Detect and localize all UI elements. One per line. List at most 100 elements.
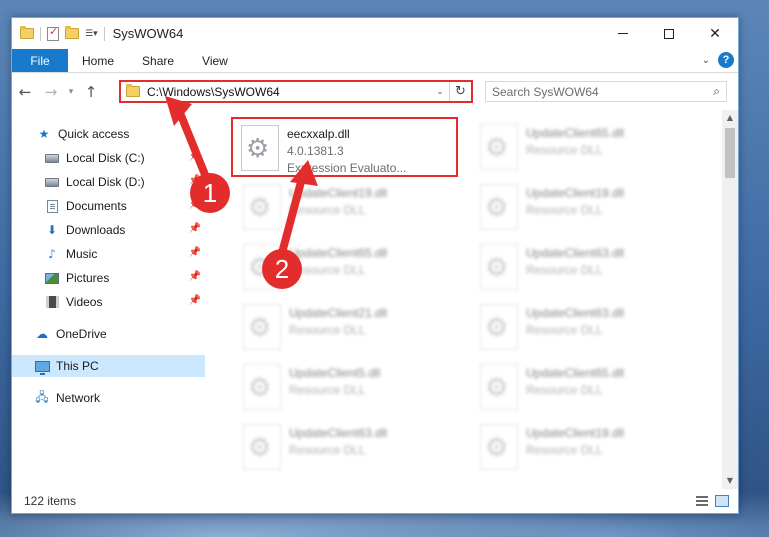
file-version: 4.0.1381.3 [287, 144, 344, 158]
tab-file[interactable]: File [12, 49, 68, 72]
details-view-button[interactable] [694, 493, 710, 509]
sidebar-item-downloads[interactable]: ⬇ Downloads 📌 [12, 219, 205, 241]
file-name: UpdateClient5.dll [289, 366, 381, 380]
file-name: UpdateClient65.dll [526, 126, 625, 140]
file-name: UpdateClient19.dll [289, 186, 388, 200]
sidebar-item-this-pc[interactable]: This PC [12, 355, 205, 377]
address-path[interactable]: C:\Windows\SysWOW64 [147, 85, 431, 99]
sidebar-item-label: Local Disk (D:) [66, 175, 145, 189]
expand-ribbon-icon[interactable]: ⌄ [702, 55, 710, 66]
forward-arrow-icon[interactable]: → [38, 83, 64, 101]
file-tile[interactable]: UpdateClient65.dll Resource DLL [470, 358, 697, 416]
file-type: Resource DLL [526, 143, 603, 157]
file-type: Resource DLL [526, 203, 603, 217]
ribbon-tabs: File Home Share View ⌄ ? [12, 49, 738, 73]
videos-icon [44, 295, 60, 309]
refresh-icon[interactable]: ↻ [449, 82, 471, 101]
close-button[interactable]: ✕ [692, 18, 738, 49]
chevron-down-icon[interactable]: ⌄ [431, 87, 449, 97]
file-tile[interactable]: UpdateClient63.dll Resource DLL [470, 238, 697, 296]
file-type: Resource DLL [289, 443, 366, 457]
view-toggle [694, 493, 730, 509]
pin-icon[interactable]: 📌 [189, 247, 201, 258]
file-tile[interactable]: UpdateClient19.dll Resource DLL [470, 178, 697, 236]
file-tile-eecxxalp[interactable]: eecxxalp.dll 4.0.1381.3 Expression Evalu… [231, 117, 458, 177]
status-bar: 122 items [12, 489, 738, 513]
file-tile[interactable]: UpdateClient63.dll Resource DLL [470, 298, 697, 356]
file-tile[interactable]: UpdateClient65.dll Resource DLL [470, 118, 697, 176]
disk-icon [44, 151, 60, 165]
properties-icon[interactable] [47, 25, 59, 41]
dll-file-icon [241, 125, 279, 171]
customize-icon[interactable]: ☰▾ [85, 29, 98, 39]
address-bar[interactable]: C:\Windows\SysWOW64 ⌄ ↻ [119, 80, 473, 103]
ribbon-right: ⌄ ? [702, 52, 734, 68]
search-input[interactable] [492, 84, 714, 99]
tiles-view-button[interactable] [714, 493, 730, 509]
sidebar-item-label: Documents [66, 199, 127, 213]
search-box[interactable]: ⌕ [485, 81, 727, 102]
dll-file-icon [480, 424, 518, 470]
toolbar-separator [103, 26, 105, 41]
maximize-icon [664, 28, 674, 39]
scroll-down-icon[interactable]: ▼ [722, 473, 738, 489]
annotation-badge-1: 1 [190, 173, 230, 213]
sidebar-item-documents[interactable]: Documents 📌 [12, 195, 205, 217]
pin-icon[interactable]: 📌 [189, 271, 201, 282]
file-name: UpdateClient19.dll [526, 426, 625, 440]
dll-file-icon [480, 124, 518, 170]
scroll-up-icon[interactable]: ▲ [722, 110, 738, 126]
file-type: Resource DLL [289, 263, 366, 277]
sidebar-item-pictures[interactable]: Pictures 📌 [12, 267, 205, 289]
quick-access-toolbar: ☰▾ [12, 25, 105, 41]
sidebar-item-label: Music [66, 247, 98, 261]
dll-file-icon [480, 364, 518, 410]
navigation-pane: ★ Quick access Local Disk (C:) 📌 Local D… [12, 114, 205, 489]
dll-file-icon [480, 184, 518, 230]
up-arrow-icon[interactable]: ↑ [78, 83, 104, 101]
folder-icon [20, 26, 34, 39]
file-tile[interactable]: UpdateClient21.dll Resource DLL [233, 298, 460, 356]
file-description: Expression Evaluato... [287, 161, 407, 175]
file-type: Resource DLL [289, 323, 366, 337]
tab-share[interactable]: Share [128, 49, 188, 72]
file-name: UpdateClient63.dll [526, 246, 625, 260]
sidebar-item-local-disk-d[interactable]: Local Disk (D:) 📌 [12, 171, 205, 193]
title-bar: ☰▾ SysWOW64 ✕ [12, 18, 738, 49]
navigation-bar: ← → ▾ ↑ C:\Windows\SysWOW64 ⌄ ↻ ⌕ [12, 74, 738, 110]
documents-icon [44, 199, 60, 213]
sidebar-item-local-disk-c[interactable]: Local Disk (C:) 📌 [12, 147, 205, 169]
back-arrow-icon[interactable]: ← [12, 83, 38, 101]
file-type: Resource DLL [526, 443, 603, 457]
vertical-scrollbar[interactable]: ▲ ▼ [722, 110, 738, 489]
pin-icon[interactable]: 📌 [189, 223, 201, 234]
sidebar-item-videos[interactable]: Videos 📌 [12, 291, 205, 313]
search-icon[interactable]: ⌕ [713, 84, 720, 99]
help-icon[interactable]: ? [718, 52, 734, 68]
tab-home[interactable]: Home [68, 49, 128, 72]
maximize-button[interactable] [646, 18, 692, 49]
file-tile[interactable]: UpdateClient19.dll Resource DLL [470, 418, 697, 476]
sidebar-item-music[interactable]: ♪ Music 📌 [12, 243, 205, 265]
sidebar-item-label: This PC [56, 359, 99, 373]
recent-locations-icon[interactable]: ▾ [64, 87, 78, 97]
sidebar-item-onedrive[interactable]: ☁ OneDrive [12, 323, 205, 345]
file-tile[interactable]: UpdateClient5.dll Resource DLL [233, 358, 460, 416]
file-tile[interactable]: UpdateClient63.dll Resource DLL [233, 418, 460, 476]
file-tile[interactable]: UpdateClient19.dll Resource DLL [233, 178, 460, 236]
sidebar-item-quick-access[interactable]: ★ Quick access [12, 123, 205, 145]
pin-icon[interactable]: 📌 [189, 295, 201, 306]
pin-icon[interactable]: 📌 [189, 151, 201, 162]
new-folder-icon[interactable] [65, 26, 79, 39]
sidebar-item-label: Pictures [66, 271, 110, 285]
window-title: SysWOW64 [112, 26, 184, 41]
minimize-button[interactable] [600, 18, 646, 49]
scrollbar-thumb[interactable] [725, 128, 735, 178]
file-type: Resource DLL [526, 383, 603, 397]
music-icon: ♪ [48, 247, 56, 261]
file-name: UpdateClient63.dll [526, 306, 625, 320]
file-type: Resource DLL [289, 203, 366, 217]
tab-view[interactable]: View [188, 49, 242, 72]
minimize-icon [618, 33, 628, 34]
sidebar-item-network[interactable]: 🖧 Network [12, 387, 205, 409]
